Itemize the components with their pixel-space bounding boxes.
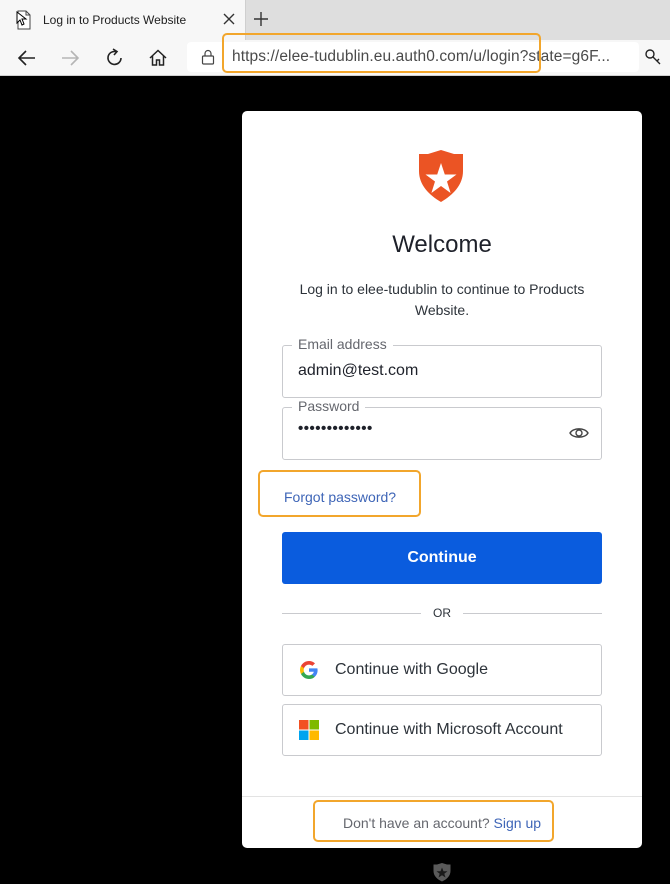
signup-link[interactable]: Sign up	[494, 815, 541, 831]
address-bar[interactable]: https://elee-tudublin.eu.auth0.com/u/log…	[187, 42, 639, 72]
continue-button[interactable]: Continue	[282, 532, 602, 584]
email-value[interactable]: admin@test.com	[298, 362, 418, 380]
document-icon	[16, 10, 31, 30]
tab-strip: Log in to Products Website	[0, 0, 670, 40]
forward-arrow-icon[interactable]	[59, 47, 81, 69]
no-account-text: Don't have an account?	[342, 815, 490, 831]
google-icon	[300, 661, 318, 679]
google-login-button[interactable]: Continue with Google	[282, 644, 602, 696]
close-icon[interactable]	[222, 12, 236, 26]
login-card: Welcome Log in to elee-tudublin to conti…	[242, 111, 642, 848]
divider-right	[463, 613, 602, 614]
footer-divider	[242, 796, 642, 797]
auth0-badge-icon	[433, 863, 451, 882]
browser-toolbar: https://elee-tudublin.eu.auth0.com/u/log…	[0, 40, 670, 76]
login-subtitle: Log in to elee-tudublin to continue to P…	[299, 281, 585, 318]
password-label: Password	[292, 398, 366, 414]
auth0-logo-icon	[419, 150, 463, 202]
url-text[interactable]: https://elee-tudublin.eu.auth0.com/u/log…	[232, 48, 610, 66]
new-tab-icon[interactable]	[252, 10, 270, 28]
browser-tab[interactable]: Log in to Products Website	[0, 0, 246, 40]
password-value[interactable]: •••••••••••••	[298, 420, 373, 437]
tab-title: Log in to Products Website	[43, 13, 187, 27]
password-field[interactable]: Password •••••••••••••	[282, 398, 602, 460]
eye-icon[interactable]	[569, 425, 589, 441]
back-arrow-icon[interactable]	[16, 47, 38, 69]
key-icon[interactable]	[644, 48, 662, 66]
microsoft-icon	[299, 720, 319, 740]
signup-prompt: Don't have an account? Sign up	[242, 815, 642, 831]
forgot-password-link[interactable]: Forgot password?	[284, 489, 396, 505]
page-title: Welcome	[392, 231, 492, 258]
refresh-icon[interactable]	[104, 47, 126, 69]
microsoft-button-label: Continue with Microsoft Account	[335, 721, 563, 738]
google-button-label: Continue with Google	[335, 661, 488, 678]
email-label: Email address	[292, 336, 393, 352]
microsoft-login-button[interactable]: Continue with Microsoft Account	[282, 704, 602, 756]
lock-icon[interactable]	[201, 49, 215, 65]
email-field[interactable]: Email address admin@test.com	[282, 336, 602, 398]
home-icon[interactable]	[147, 47, 169, 69]
